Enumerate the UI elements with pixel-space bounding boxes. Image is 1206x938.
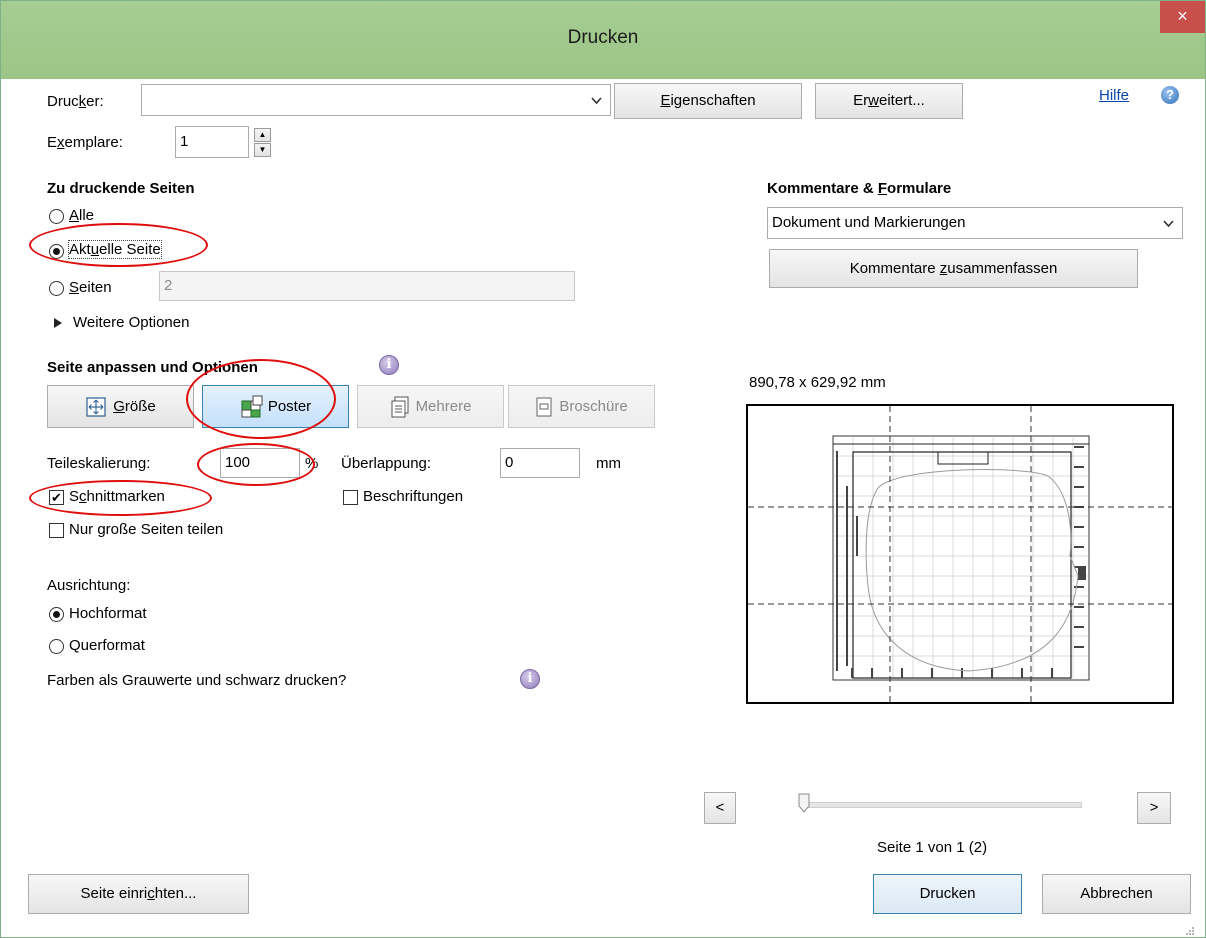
print-preview [746,404,1174,704]
poster-icon [241,395,263,418]
cut-marks-checkbox[interactable]: ✔ [49,490,64,505]
booklet-button[interactable]: Broschüre [508,385,655,428]
triangle-right-icon [54,318,62,328]
title-bar[interactable]: Drucken × [1,1,1205,79]
radio-portrait[interactable] [49,607,64,622]
cut-marks-label[interactable]: Schnittmarken [69,488,165,505]
overlap-label: Überlappung: [341,455,432,472]
previous-page-button[interactable]: < [704,792,736,824]
tile-scale-label: Teileskalierung: [47,455,151,472]
more-options-toggle[interactable]: Weitere Optionen [73,314,189,331]
page-status: Seite 1 von 1 (2) [877,839,988,856]
window-title: Drucken [567,27,639,48]
print-dialog: Drucken × Drucker: Eigenschaften Erweite… [0,0,1206,938]
radio-current-page-label[interactable]: Aktuelle Seite [68,240,162,259]
page-setup-button[interactable]: Seite einrichten... [28,874,249,914]
booklet-icon [536,397,552,417]
info-icon[interactable]: i [379,355,399,375]
labels-checkbox[interactable] [343,490,358,505]
multiple-pages-icon [391,396,409,418]
poster-button[interactable]: Poster [202,385,349,428]
pages-range-input[interactable]: 2 [159,271,575,301]
copies-up-arrow-icon[interactable]: ▲ [254,128,271,142]
dialog-body: Drucker: Eigenschaften Erweitert... Hilf… [12,79,1196,937]
grayscale-label: Farben als Grauwerte und schwarz drucken… [47,672,347,689]
help-icon[interactable]: ? [1161,86,1179,104]
radio-pages[interactable] [49,281,64,296]
close-icon: × [1177,6,1188,26]
comments-heading: Kommentare & Formulare [767,180,952,197]
radio-landscape-label[interactable]: Querformat [69,637,145,654]
chevron-down-icon [591,97,602,105]
labels-checkbox-label[interactable]: Beschriftungen [363,488,463,505]
radio-all[interactable] [49,209,64,224]
cancel-button[interactable]: Abbrechen [1042,874,1191,914]
print-button[interactable]: Drucken [873,874,1022,914]
advanced-button[interactable]: Erweitert... [815,83,963,119]
large-pages-only-checkbox[interactable] [49,523,64,538]
resize-grip-icon[interactable] [1184,925,1194,935]
radio-current-page[interactable] [49,244,64,259]
large-pages-only-label[interactable]: Nur große Seiten teilen [69,521,223,538]
slider-thumb-icon[interactable] [798,793,810,813]
printer-select[interactable] [141,84,611,116]
radio-portrait-label[interactable]: Hochformat [69,605,147,622]
copies-input[interactable]: 1 [175,126,249,158]
fit-heading: Seite anpassen und Optionen [47,359,258,376]
info-icon[interactable]: i [520,669,540,689]
overlap-input[interactable]: 0 [500,448,580,478]
comments-select[interactable]: Dokument und Markierungen [767,207,1183,239]
chevron-down-icon [1163,220,1174,228]
close-button[interactable]: × [1160,1,1205,33]
radio-landscape[interactable] [49,639,64,654]
next-page-button[interactable]: > [1137,792,1171,824]
tile-scale-input[interactable]: 100 [220,448,300,478]
page-dimensions: 890,78 x 629,92 mm [749,374,886,391]
resize-icon [86,397,106,417]
radio-all-label[interactable]: Alle [69,207,94,224]
preview-page-image [748,406,1172,702]
copies-label: Exemplare: [47,134,123,151]
orientation-label: Ausrichtung: [47,577,131,594]
properties-button[interactable]: Eigenschaften [614,83,802,119]
printer-label: Drucker: [47,93,104,110]
help-link[interactable]: Hilfe [1099,87,1129,104]
copies-down-arrow-icon[interactable]: ▼ [254,143,271,157]
radio-pages-label[interactable]: Seiten [69,279,112,296]
percent-label: % [305,455,319,472]
size-button[interactable]: Größe [47,385,194,428]
multiple-button[interactable]: Mehrere [357,385,504,428]
pages-heading: Zu druckende Seiten [47,180,195,197]
summarize-comments-button[interactable]: Kommentare zusammenfassen [769,249,1138,288]
page-slider-track[interactable] [800,802,1082,808]
overlap-unit-label: mm [596,455,621,472]
